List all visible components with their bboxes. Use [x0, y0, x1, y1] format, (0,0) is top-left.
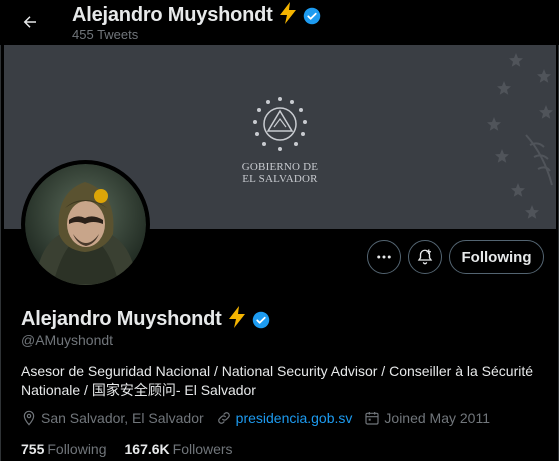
verified-badge-icon	[303, 7, 321, 25]
banner-caption: GOBIERNO DE EL SALVADOR	[212, 161, 348, 185]
joined-text: Joined May 2011	[384, 410, 490, 426]
website-item: presidencia.gob.sv	[216, 410, 353, 426]
follow-stats: 755 Following 167.6K Followers	[21, 441, 251, 457]
location-pin-icon	[21, 410, 37, 426]
banner-line-2: EL SALVADOR	[242, 173, 318, 185]
joined-item: Joined May 2011	[364, 410, 490, 426]
profile-header: Alejandro Muyshondt 455 Tweets	[0, 0, 559, 45]
profile-name-row: Alejandro Muyshondt	[21, 306, 270, 333]
tweet-count: 455 Tweets	[72, 27, 139, 42]
back-button[interactable]	[14, 6, 46, 38]
followers-stat[interactable]: 167.6K Followers	[125, 441, 233, 457]
location-text: San Salvador, El Salvador	[41, 410, 204, 426]
verified-badge-icon[interactable]	[252, 311, 270, 329]
following-count: 755	[21, 441, 45, 457]
avatar[interactable]	[21, 160, 150, 289]
following-stat[interactable]: 755 Following	[21, 441, 107, 457]
profile-meta: San Salvador, El Salvador presidencia.go…	[21, 410, 502, 426]
following-label: Following	[47, 441, 107, 457]
followers-label: Followers	[172, 441, 233, 457]
ellipsis-icon	[375, 248, 393, 266]
profile-display-name: Alejandro Muyshondt	[21, 308, 222, 330]
notifications-button[interactable]	[408, 240, 442, 274]
link-icon	[216, 410, 232, 426]
arrow-left-icon	[21, 13, 39, 31]
more-options-button[interactable]	[367, 240, 401, 274]
banner-decoration	[446, 45, 556, 229]
lightning-emoji	[227, 306, 247, 333]
profile-bio: Asesor de Seguridad Nacional / National …	[21, 363, 534, 398]
following-button[interactable]: Following	[449, 240, 544, 274]
profile-handle: @AMuyshondt	[21, 332, 114, 348]
followers-count: 167.6K	[124, 441, 170, 457]
header-display-name: Alejandro Muyshondt	[72, 4, 273, 26]
calendar-icon	[364, 410, 380, 426]
bell-plus-icon	[416, 248, 434, 266]
website-link[interactable]: presidencia.gob.sv	[236, 410, 353, 426]
lightning-emoji	[278, 2, 298, 29]
header-title: Alejandro Muyshondt	[72, 2, 321, 29]
location-item: San Salvador, El Salvador	[21, 410, 204, 426]
banner-line-1: GOBIERNO DE	[241, 161, 319, 173]
el-salvador-emblem	[248, 93, 312, 157]
